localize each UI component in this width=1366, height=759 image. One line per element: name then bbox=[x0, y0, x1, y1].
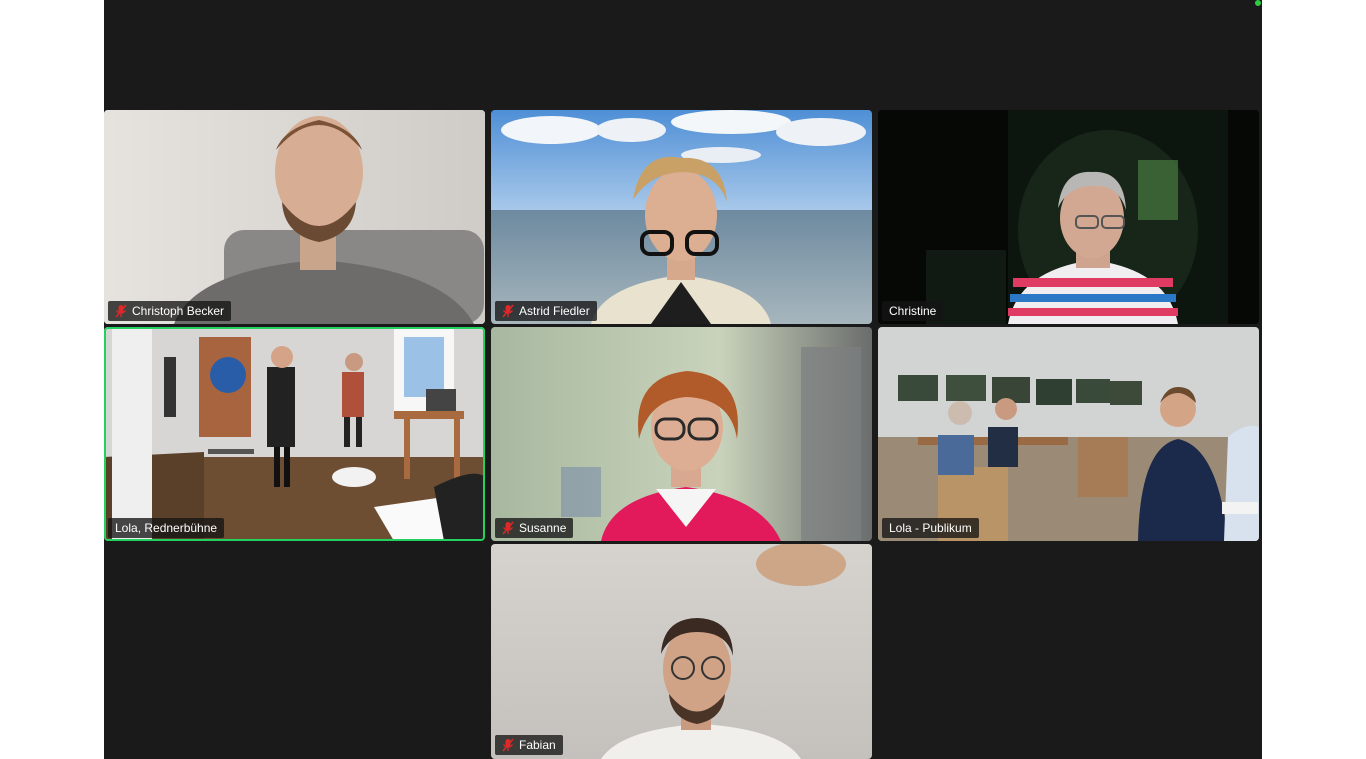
participant-name-tag: Fabian bbox=[495, 735, 563, 755]
video-feed bbox=[491, 544, 872, 759]
participant-name-tag: Lola, Rednerbühne bbox=[108, 518, 225, 538]
video-tile-astrid-fiedler[interactable]: Astrid Fiedler bbox=[491, 110, 872, 324]
mic-muted-icon bbox=[502, 304, 514, 318]
participant-name: Fabian bbox=[519, 738, 556, 752]
status-dot-icon bbox=[1255, 0, 1261, 6]
participant-name: Lola, Rednerbühne bbox=[115, 521, 218, 535]
mic-muted-icon bbox=[502, 738, 514, 752]
participant-name: Lola - Publikum bbox=[889, 521, 972, 535]
video-feed bbox=[104, 110, 485, 324]
participant-name: Christine bbox=[889, 304, 937, 318]
video-tile-christoph-becker[interactable]: Christoph Becker bbox=[104, 110, 485, 324]
video-tile-susanne[interactable]: Susanne bbox=[491, 327, 872, 541]
video-tile-christine[interactable]: Christine bbox=[878, 110, 1259, 324]
video-feed bbox=[491, 327, 872, 541]
video-feed bbox=[104, 327, 485, 541]
video-tile-lola-rednerbuehne[interactable]: Lola, Rednerbühne bbox=[104, 327, 485, 541]
video-tile-lola-publikum[interactable]: Lola - Publikum bbox=[878, 327, 1259, 541]
participant-name: Susanne bbox=[519, 521, 567, 535]
mic-muted-icon bbox=[502, 521, 514, 535]
video-feed bbox=[878, 327, 1259, 541]
participant-name-tag: Susanne bbox=[495, 518, 574, 538]
participant-name: Christoph Becker bbox=[132, 304, 225, 318]
participant-name: Astrid Fiedler bbox=[519, 304, 590, 318]
video-feed bbox=[878, 110, 1259, 324]
participant-name-tag: Christoph Becker bbox=[108, 301, 232, 321]
participant-name-tag: Christine bbox=[882, 301, 944, 321]
video-tile-fabian[interactable]: Fabian bbox=[491, 544, 872, 759]
video-feed bbox=[491, 110, 872, 324]
participant-name-tag: Lola - Publikum bbox=[882, 518, 979, 538]
participant-name-tag: Astrid Fiedler bbox=[495, 301, 597, 321]
mic-muted-icon bbox=[115, 304, 127, 318]
